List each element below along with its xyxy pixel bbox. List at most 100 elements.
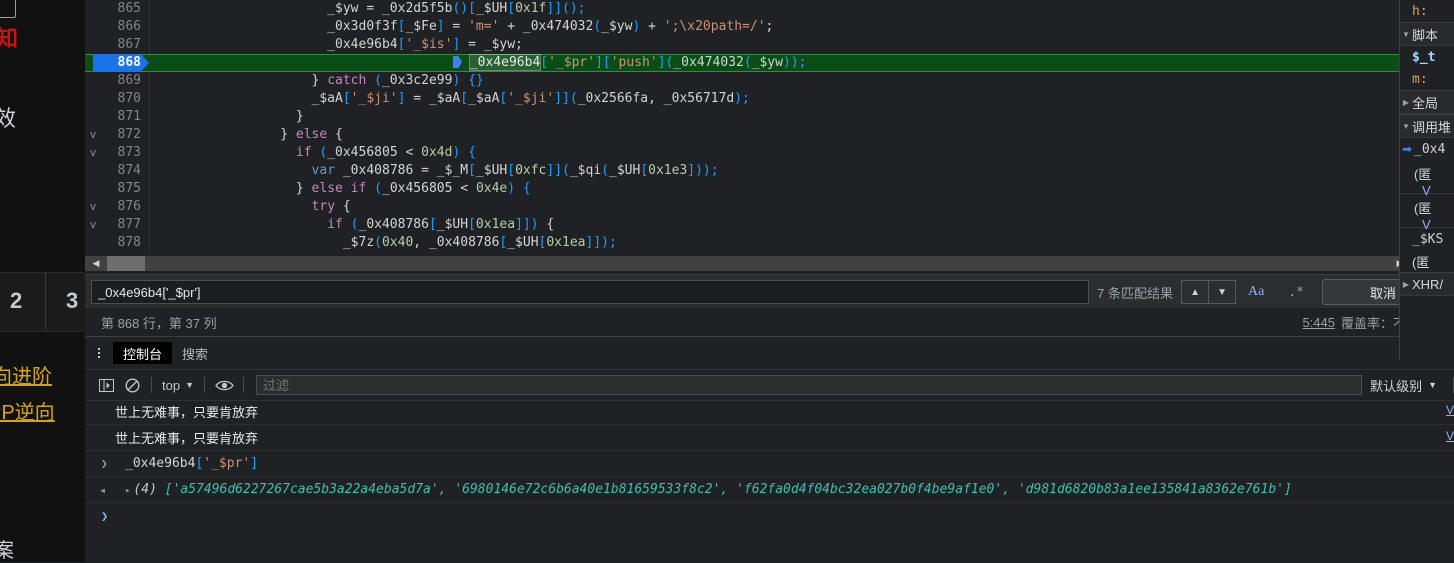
code-line[interactable]: v 873 if (_0x456805 < 0x4d) {	[85, 144, 1454, 162]
sidebar-property-row[interactable]: _$KS	[1400, 228, 1454, 250]
match-case-button[interactable]: Aa	[1236, 284, 1276, 300]
code-line[interactable]: 878 _$7z(0x40, _0x408786[_$UH[0x1ea]]);	[85, 234, 1454, 252]
find-input[interactable]	[91, 280, 1090, 304]
fold-toggle-icon[interactable]: v	[87, 198, 99, 216]
code-token: ]])	[515, 217, 539, 232]
live-expression-icon[interactable]	[211, 374, 237, 396]
code-line-active[interactable]: 868 _0x4e96b4['_$pr']['push'](_0x474032(…	[85, 54, 1454, 72]
code-token: try	[311, 199, 336, 214]
line-number[interactable]: 870	[99, 90, 141, 108]
code-token: _0x2566fa	[577, 91, 649, 106]
code-text: try {	[155, 198, 351, 216]
fold-toggle-icon[interactable]: v	[87, 216, 99, 234]
line-number[interactable]: 869	[99, 72, 141, 90]
line-number[interactable]: 876	[99, 198, 141, 216]
sidebar-property-row[interactable]: m:	[1400, 68, 1454, 90]
console-message-list[interactable]: 世上无难事，只要肯放弃 V 世上无难事，只要肯放弃 V ❯ _0x4e96b4['_$pr…	[85, 399, 1454, 563]
code-horizontal-scrollbar[interactable]: ◀ ▶	[85, 253, 1454, 274]
find-next-icon[interactable]: ▼	[1208, 281, 1235, 303]
console-source-link[interactable]: V	[1446, 403, 1454, 417]
code-text: } catch (_0x3c2e99) {}	[155, 72, 484, 90]
hscroll-left-arrow[interactable]: ◀	[88, 256, 104, 271]
call-stack-frame[interactable]: (匿 V	[1400, 160, 1454, 198]
debugger-sidebar[interactable]: h: ▼ 脚本 $_t m: ▶ 全局 ▼ 调用堆 ➡ _0x4 (匿 V (匿 V _$KS (匿 ▶ XHR/	[1399, 0, 1454, 360]
line-number[interactable]: 873	[99, 144, 141, 162]
code-token: _$yw	[155, 1, 367, 16]
code-line[interactable]: 870 _$aA['_$ji'] = _$aA[_$aA['_$ji']](_0…	[85, 90, 1454, 108]
code-token: +	[640, 19, 664, 34]
line-number[interactable]: 868	[99, 54, 141, 72]
code-line[interactable]: 874 var _0x408786 = _$_M[_$UH[0xfc]](_$q…	[85, 162, 1454, 180]
hscroll-thumb[interactable]	[107, 256, 145, 271]
console-log-message[interactable]: 世上无难事，只要肯放弃 V	[85, 399, 1454, 425]
execution-context-selector[interactable]: top ▼	[158, 378, 198, 393]
sidebar-section-header[interactable]: ▶ XHR/	[1400, 272, 1454, 296]
code-line[interactable]: v 877 if (_0x408786[_$UH[0x1ea]]) {	[85, 216, 1454, 234]
code-token: 0xfc	[515, 163, 547, 178]
code-token: ();	[562, 1, 586, 16]
line-number[interactable]: 872	[99, 126, 141, 144]
sidebar-property-row[interactable]: h:	[1400, 0, 1454, 22]
coverage-link[interactable]: 5:445	[1302, 315, 1335, 330]
line-number[interactable]: 866	[99, 18, 141, 36]
console-sidebar-icon[interactable]	[93, 374, 119, 396]
sidebar-section-header[interactable]: ▶ 全局	[1400, 90, 1454, 114]
line-number[interactable]: 878	[99, 234, 141, 252]
code-line[interactable]: 871 }	[85, 108, 1454, 126]
disclosure-triangle-icon[interactable]: ▼	[1400, 122, 1412, 131]
disclosure-triangle-icon[interactable]: ▶	[1400, 98, 1412, 107]
log-level-selector[interactable]: 默认级别 ▼	[1370, 376, 1447, 395]
fold-toggle-icon[interactable]: v	[87, 126, 99, 144]
code-line[interactable]: v 872 } else {	[85, 126, 1454, 144]
code-line[interactable]: 869 } catch (_0x3c2e99) {}	[85, 72, 1454, 90]
tab-console[interactable]: 控制台	[113, 342, 173, 364]
sidebar-section-header[interactable]: ▼ 调用堆	[1400, 114, 1454, 138]
regex-button[interactable]: .*	[1276, 285, 1316, 300]
tab-search[interactable]: 搜索	[172, 342, 218, 364]
hscroll-track[interactable]	[85, 256, 1454, 271]
disclosure-triangle-icon[interactable]: ▶	[1400, 280, 1412, 289]
fold-toggle-icon[interactable]: v	[87, 144, 99, 162]
call-stack-frame[interactable]: (匿 V	[1400, 194, 1454, 232]
line-number[interactable]: 867	[99, 36, 141, 54]
line-number[interactable]: 865	[99, 0, 141, 18]
code-line[interactable]: 875 } else if (_0x456805 < 0x4e) {	[85, 180, 1454, 198]
sidebar-row-label: h:	[1412, 3, 1428, 19]
sidebar-section-header[interactable]: ▼ 脚本	[1400, 22, 1454, 46]
console-filter-input[interactable]	[256, 375, 1363, 395]
disclosure-triangle-icon[interactable]: ▼	[1400, 30, 1412, 39]
console-log-message[interactable]: 世上无难事，只要肯放弃 V	[85, 425, 1454, 451]
line-number[interactable]: 877	[99, 216, 141, 234]
line-number[interactable]: 874	[99, 162, 141, 180]
code-token: _0x474032	[673, 55, 744, 70]
code-token: _$UH	[436, 217, 469, 232]
code-line[interactable]: v 876 try {	[85, 198, 1454, 216]
console-input-echo[interactable]: ❯ _0x4e96b4['_$pr']	[85, 451, 1454, 477]
page-link-2[interactable]: PP逆向	[0, 396, 55, 425]
code-line[interactable]: 867 _0x4e96b4['_$is'] = _$yw;	[85, 36, 1454, 54]
code-token: ) {	[507, 181, 531, 196]
code-lines[interactable]: 865 _$yw = _0x2d5f5b()[_$UH[0x1f]](); 866…	[85, 0, 1454, 253]
code-line[interactable]: 866 _0x3d0f3f[_$Fe] = 'm=' + _0x474032(_…	[85, 18, 1454, 36]
console-prompt[interactable]: ❯	[85, 503, 1454, 529]
expand-triangle-icon[interactable]: ▸	[125, 486, 130, 496]
find-prev-icon[interactable]: ▲	[1182, 281, 1208, 303]
page-tab-number-2[interactable]: 3	[66, 288, 78, 314]
sidebar-property-row[interactable]: $_t	[1400, 46, 1454, 68]
more-options-icon[interactable]	[85, 337, 113, 369]
code-line[interactable]: 865 _$yw = _0x2d5f5b()[_$UH[0x1f]]();	[85, 0, 1454, 18]
sources-code-viewer[interactable]: 865 _$yw = _0x2d5f5b()[_$UH[0x1f]](); 866…	[85, 0, 1454, 253]
code-text: var _0x408786 = _$_M[_$UH[0xfc]](_$qi(_$…	[155, 162, 719, 180]
code-token: ;	[765, 19, 774, 34]
result-array-preview[interactable]: ▸ (4) ['a57496d6227267cae5b3a22a4eba5d7a'…	[101, 482, 1292, 497]
active-call-frame[interactable]: ➡ _0x4	[1400, 138, 1454, 160]
line-number[interactable]: 871	[99, 108, 141, 126]
sidebar-property-row[interactable]: (匿	[1400, 250, 1454, 272]
console-source-link[interactable]: V	[1446, 429, 1454, 443]
page-link-1[interactable]: 向进阶	[0, 360, 52, 389]
line-number[interactable]: 875	[99, 180, 141, 198]
clear-console-icon[interactable]	[119, 374, 145, 396]
console-result-value[interactable]: ◂ ▸ (4) ['a57496d6227267cae5b3a22a4eba5d7a…	[85, 477, 1454, 503]
page-tab-number-1[interactable]: 2	[10, 288, 22, 314]
code-token: );	[734, 91, 750, 106]
